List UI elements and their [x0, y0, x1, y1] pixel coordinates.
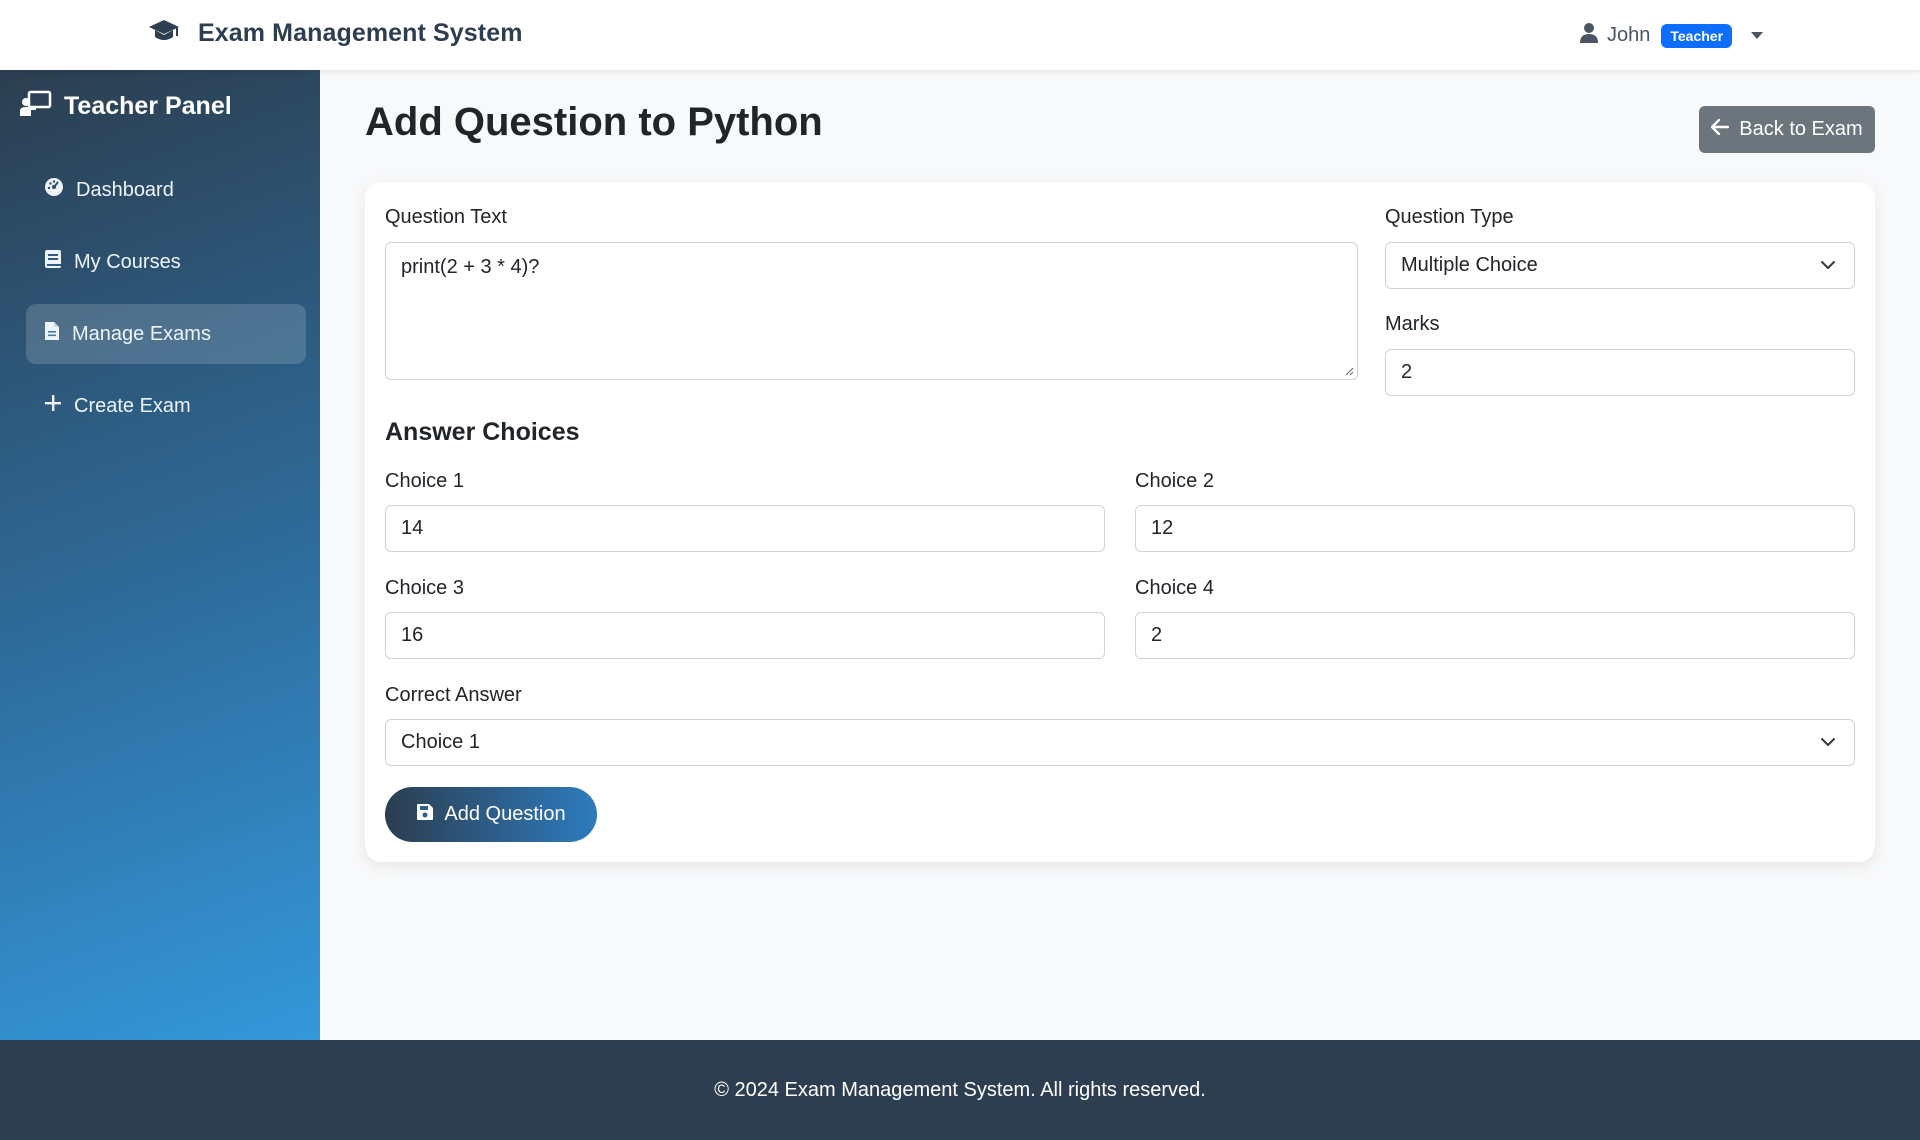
question-text-textarea[interactable]: print(2 + 3 * 4)? [385, 242, 1358, 380]
brand[interactable]: Exam Management System [148, 18, 523, 49]
sidebar-item-label: My Courses [74, 250, 181, 273]
arrow-left-icon [1711, 118, 1730, 141]
sidebar-item-create-exam[interactable]: Create Exam [26, 376, 306, 436]
sidebar-item-label: Create Exam [74, 394, 191, 417]
footer-copyright: © 2024 Exam Management System. All right… [714, 1078, 1206, 1101]
role-badge: Teacher [1661, 23, 1733, 48]
save-icon [416, 803, 434, 827]
sidebar-header: Teacher Panel [20, 90, 232, 123]
choice-4-value: 2 [1151, 624, 1163, 646]
question-form-card: Question Text print(2 + 3 * 4)? Question… [365, 182, 1875, 862]
resize-grip-icon[interactable] [1344, 366, 1354, 376]
sidebar-title: Teacher Panel [64, 92, 232, 120]
correct-answer-select[interactable]: Choice 1 [385, 719, 1855, 766]
graduation-cap-icon [148, 18, 180, 49]
question-type-value: Multiple Choice [1401, 254, 1538, 276]
choice-2-input[interactable]: 12 [1135, 505, 1855, 552]
marks-value: 2 [1401, 361, 1413, 383]
back-to-exam-button[interactable]: Back to Exam [1699, 106, 1875, 153]
caret-down-icon [1751, 32, 1764, 39]
sidebar-item-my-courses[interactable]: My Courses [26, 232, 306, 292]
question-type-label: Question Type [1385, 206, 1514, 228]
add-question-button[interactable]: Add Question [385, 787, 597, 842]
brand-name: Exam Management System [198, 19, 523, 47]
file-icon [44, 321, 60, 347]
dashboard-gauge-icon [44, 177, 64, 203]
question-text-value: print(2 + 3 * 4)? [401, 256, 540, 278]
choice-3-input[interactable]: 16 [385, 612, 1105, 659]
sidebar: Teacher Panel Dashboard My Courses Manag… [0, 70, 320, 1040]
page-title: Add Question to Python [365, 100, 823, 144]
choice-1-value: 14 [401, 517, 424, 539]
add-question-label: Add Question [444, 803, 566, 825]
choice-4-input[interactable]: 2 [1135, 612, 1855, 659]
chevron-down-icon [1821, 261, 1835, 269]
marks-input[interactable]: 2 [1385, 349, 1855, 396]
choice-4-label: Choice 4 [1135, 577, 1214, 599]
plus-icon [44, 394, 62, 418]
user-icon [1580, 22, 1598, 49]
choice-1-label: Choice 1 [385, 470, 464, 492]
question-type-select[interactable]: Multiple Choice [1385, 242, 1855, 289]
sidebar-item-manage-exams[interactable]: Manage Exams [26, 304, 306, 364]
user-menu-dropdown[interactable]: John Teacher [1580, 22, 1764, 49]
chalkboard-teacher-icon [20, 90, 52, 123]
sidebar-nav: Dashboard My Courses Manage Exams Create… [26, 160, 306, 448]
choice-3-label: Choice 3 [385, 577, 464, 599]
top-navbar: Exam Management System John Teacher [0, 0, 1920, 70]
question-text-label: Question Text [385, 206, 507, 228]
sidebar-item-dashboard[interactable]: Dashboard [26, 160, 306, 220]
marks-label: Marks [1385, 313, 1440, 335]
choice-2-value: 12 [1151, 517, 1174, 539]
choice-3-value: 16 [401, 624, 424, 646]
choice-1-input[interactable]: 14 [385, 505, 1105, 552]
footer: © 2024 Exam Management System. All right… [0, 1040, 1920, 1140]
user-name: John [1607, 24, 1651, 46]
chevron-down-icon [1821, 738, 1835, 746]
sidebar-item-label: Manage Exams [72, 322, 211, 345]
correct-answer-label: Correct Answer [385, 684, 522, 706]
book-icon [44, 249, 62, 275]
correct-answer-value: Choice 1 [401, 731, 480, 753]
sidebar-item-label: Dashboard [76, 178, 174, 201]
choice-2-label: Choice 2 [1135, 470, 1214, 492]
back-to-exam-label: Back to Exam [1739, 118, 1863, 140]
answer-choices-heading: Answer Choices [385, 418, 580, 446]
